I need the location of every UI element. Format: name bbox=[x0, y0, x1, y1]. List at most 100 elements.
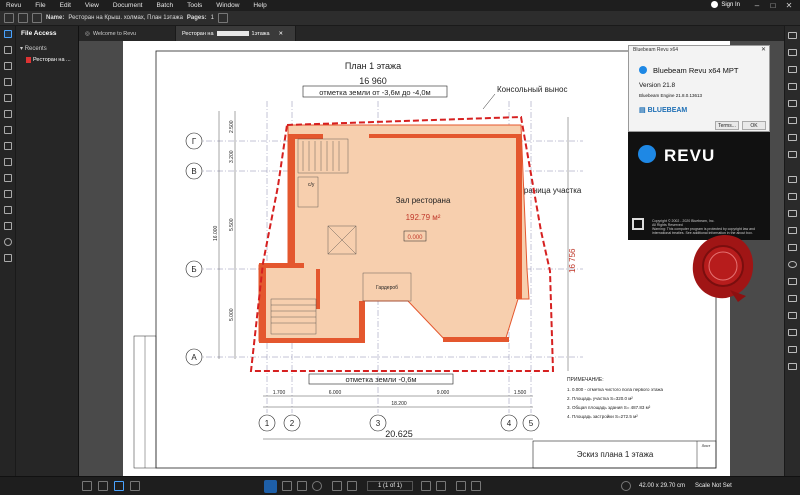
maximize-icon[interactable]: □ bbox=[766, 0, 780, 11]
note-4: 4. Площадь застройки S=272.5 м² bbox=[567, 413, 638, 419]
last-page-icon[interactable] bbox=[436, 481, 447, 491]
text-select-icon[interactable] bbox=[297, 481, 307, 491]
left-dim-4: 5.000 bbox=[229, 308, 235, 321]
line-icon[interactable] bbox=[788, 176, 797, 183]
polyline-icon[interactable] bbox=[788, 210, 797, 217]
markups-icon[interactable] bbox=[4, 158, 12, 166]
pages-label: Pages: bbox=[186, 15, 207, 21]
tab-close-icon[interactable]: ✕ bbox=[279, 31, 284, 37]
search-panel-icon[interactable] bbox=[4, 126, 12, 134]
menu-document[interactable]: Document bbox=[113, 2, 143, 9]
select-icon[interactable] bbox=[282, 481, 292, 491]
typewriter-icon[interactable] bbox=[788, 100, 797, 107]
cloud-icon[interactable] bbox=[788, 295, 797, 302]
hall-area: 192.79 м² bbox=[406, 213, 441, 222]
forms-icon[interactable] bbox=[4, 206, 12, 214]
grid-col-4: 4 bbox=[507, 419, 512, 428]
terms-button[interactable]: Terms... bbox=[715, 121, 739, 130]
lock-icon[interactable] bbox=[4, 254, 12, 262]
about-close-icon[interactable]: ✕ bbox=[761, 46, 766, 53]
save-icon[interactable] bbox=[18, 13, 28, 23]
prev-page-icon[interactable] bbox=[347, 481, 357, 491]
links-icon[interactable] bbox=[4, 174, 12, 182]
highlight-icon[interactable] bbox=[788, 49, 797, 56]
menu-tools[interactable]: Tools bbox=[187, 2, 202, 9]
count-icon[interactable] bbox=[788, 346, 797, 353]
theme-icon[interactable] bbox=[621, 481, 632, 491]
grid-row-v: В bbox=[191, 167, 196, 176]
signatures-icon[interactable] bbox=[4, 190, 12, 198]
sign-in-button[interactable]: Sign In bbox=[711, 1, 740, 8]
studio-icon[interactable] bbox=[4, 222, 12, 230]
zoom-icon[interactable] bbox=[312, 481, 322, 491]
eraser-icon[interactable] bbox=[788, 66, 797, 73]
dimension-icon[interactable] bbox=[788, 363, 797, 370]
file-access-icon[interactable] bbox=[4, 30, 12, 38]
recent-file-item[interactable]: Ресторан на ... bbox=[26, 57, 71, 63]
menu-batch[interactable]: Batch bbox=[156, 2, 173, 9]
wardrobe-label: Гардероб bbox=[376, 285, 398, 291]
bookmarks-icon[interactable] bbox=[4, 62, 12, 70]
page-icon[interactable] bbox=[217, 13, 228, 23]
arrow-icon[interactable] bbox=[788, 193, 797, 200]
about-dialog: Bluebeam Revu x64 ✕ Bluebeam Revu x64 MP… bbox=[628, 45, 770, 132]
panel-title: File Access bbox=[21, 30, 57, 37]
minimize-icon[interactable]: – bbox=[750, 0, 764, 11]
globe-icon: ◎ bbox=[85, 30, 90, 37]
rectangle-icon[interactable] bbox=[788, 244, 797, 251]
note-2: 2. Площадь участка S=320.0 м² bbox=[567, 396, 633, 401]
bluebeam-square-icon bbox=[632, 218, 644, 230]
search-icon[interactable] bbox=[4, 238, 12, 246]
layers-icon[interactable] bbox=[4, 78, 12, 86]
side-by-side-icon[interactable] bbox=[114, 481, 124, 491]
toolchest-icon[interactable] bbox=[4, 110, 12, 118]
recents-header[interactable]: ▾ Recents bbox=[20, 45, 47, 52]
app-menu[interactable]: Revu bbox=[6, 2, 21, 9]
menu-view[interactable]: View bbox=[85, 2, 99, 9]
open-icon[interactable] bbox=[32, 13, 42, 23]
forward-icon[interactable] bbox=[471, 481, 482, 491]
single-page-icon[interactable] bbox=[82, 481, 92, 491]
menu-help[interactable]: Help bbox=[253, 2, 266, 9]
properties-icon[interactable] bbox=[4, 94, 12, 102]
ok-button[interactable]: OK bbox=[742, 121, 766, 130]
next-page-icon[interactable] bbox=[421, 481, 432, 491]
tab-drawing[interactable]: Ресторан на 1этажа ✕ bbox=[176, 26, 296, 41]
measure-length-icon[interactable] bbox=[788, 312, 797, 319]
split-icon[interactable] bbox=[130, 481, 140, 491]
arc-icon[interactable] bbox=[788, 227, 797, 234]
measure-area-icon[interactable] bbox=[788, 329, 797, 336]
polygon-icon[interactable] bbox=[788, 278, 797, 285]
measurements-icon[interactable] bbox=[4, 142, 12, 150]
text-box-icon[interactable] bbox=[788, 83, 797, 90]
pen-icon[interactable] bbox=[788, 32, 797, 39]
ellipse-icon[interactable] bbox=[788, 261, 797, 268]
menu-file[interactable]: File bbox=[35, 2, 45, 9]
continuous-icon[interactable] bbox=[98, 481, 108, 491]
bluebeam-brand: ▤ BLUEBEAM bbox=[639, 106, 687, 114]
menu-edit[interactable]: Edit bbox=[60, 2, 71, 9]
tab-welcome[interactable]: ◎ Welcome to Revu bbox=[79, 26, 176, 41]
wc-label: с/у bbox=[308, 182, 315, 188]
note-icon[interactable] bbox=[788, 117, 797, 124]
thumbnails-icon[interactable] bbox=[4, 46, 12, 54]
tab-drawing-label: Ресторан на bbox=[182, 30, 214, 37]
about-engine: Bluebeam Engine 21.8.0.13613 bbox=[639, 93, 703, 98]
splash-logo-text: REVU bbox=[664, 146, 716, 165]
back-icon[interactable] bbox=[456, 481, 467, 491]
menu-window[interactable]: Window bbox=[216, 2, 239, 9]
left-dim-3: 5.500 bbox=[229, 218, 235, 231]
page-indicator[interactable]: 1 (1 of 1) bbox=[367, 481, 414, 491]
note-3: 3. Общая площадь здания S= 487.83 м² bbox=[567, 405, 651, 410]
pan-tool-icon[interactable] bbox=[264, 479, 277, 493]
close-icon[interactable]: ✕ bbox=[782, 0, 796, 11]
scale-setting[interactable]: Scale Not Set bbox=[695, 483, 732, 489]
file-icon[interactable] bbox=[4, 13, 14, 23]
image-icon[interactable] bbox=[788, 151, 797, 158]
stamp-icon[interactable] bbox=[788, 134, 797, 141]
menu-bar: Revu File Edit View Document Batch Tools… bbox=[0, 0, 800, 11]
bottom-dim-3: 9.000 bbox=[437, 390, 450, 396]
tab-welcome-label: Welcome to Revu bbox=[92, 30, 137, 37]
site-border-label: Граница участка bbox=[520, 186, 582, 195]
first-page-icon[interactable] bbox=[332, 481, 342, 491]
